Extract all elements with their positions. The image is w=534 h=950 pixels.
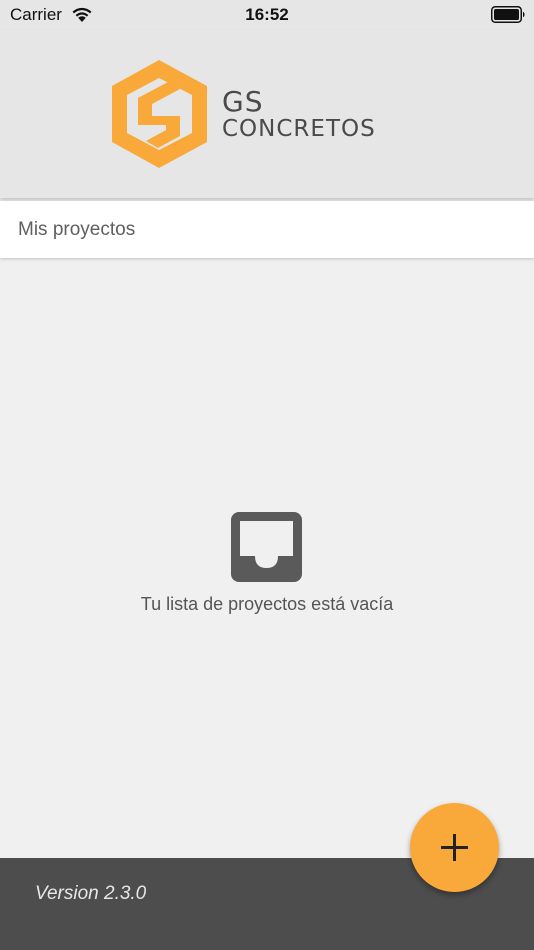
brand-concretos: CONCRETOS [222,116,376,142]
gs-logo-icon [112,60,207,168]
brand-gs: GS [222,85,264,118]
status-time: 16:52 [245,5,289,24]
page-title-card: Mis proyectos [0,201,534,258]
version-label: Version 2.3.0 [35,883,147,904]
inbox-icon [231,512,302,582]
plus-icon [441,834,468,861]
battery-icon [491,6,525,23]
page-title: Mis proyectos [18,219,136,240]
add-project-button[interactable] [410,803,499,892]
status-bar: Carrier 16:52 [0,0,534,30]
app-header: GS CONCRETOS [0,30,534,198]
brand-wordmark: GS CONCRETOS [222,88,376,141]
empty-state-message: Tu lista de proyectos está vacía [140,594,394,614]
